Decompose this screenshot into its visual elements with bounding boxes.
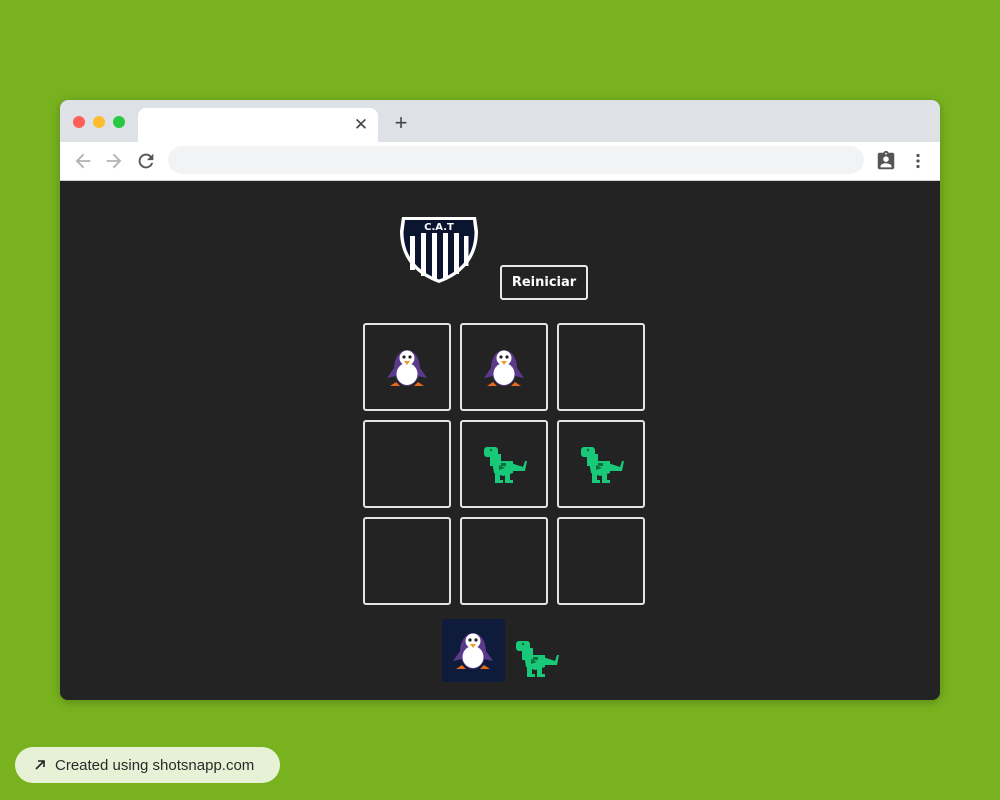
board-cell-7[interactable]	[363, 517, 451, 605]
browser-window: ✕ + C.A.T Reiniciar	[60, 100, 940, 700]
badge-text: Created using shotsnapp.com	[55, 756, 255, 774]
new-tab-icon[interactable]: +	[390, 112, 412, 134]
reset-button[interactable]: Reiniciar	[500, 265, 588, 300]
board-cell-4[interactable]	[363, 420, 451, 508]
club-crest-logo: C.A.T	[398, 211, 480, 287]
close-tab-icon[interactable]: ✕	[352, 116, 370, 134]
clipboard-account-icon[interactable]	[875, 150, 897, 172]
more-vert-icon[interactable]	[907, 150, 929, 172]
board-cell-8[interactable]	[460, 517, 548, 605]
board-cell-3[interactable]	[557, 323, 645, 411]
board-cell-2[interactable]	[460, 323, 548, 411]
back-arrow-icon[interactable]	[72, 150, 94, 172]
penguin-icon	[453, 633, 493, 669]
board-cell-5[interactable]	[460, 420, 548, 508]
reload-icon[interactable]	[135, 150, 157, 172]
shotsnapp-badge[interactable]: Created using shotsnapp.com	[15, 747, 280, 783]
dino-icon	[516, 641, 559, 677]
minimize-window-button[interactable]	[93, 116, 105, 128]
page-content: C.A.T Reiniciar	[60, 181, 940, 700]
forward-arrow-icon[interactable]	[103, 150, 125, 172]
turn-indicator-penguin	[442, 619, 505, 682]
active-tab[interactable]: ✕	[138, 108, 378, 142]
arrow-up-right-icon	[33, 758, 47, 772]
board-cell-6[interactable]	[557, 420, 645, 508]
dino-icon	[581, 447, 624, 483]
game-board	[363, 323, 647, 607]
browser-toolbar	[60, 142, 940, 181]
penguin-icon	[484, 350, 524, 386]
address-input[interactable]	[168, 146, 864, 174]
tab-bar: ✕ +	[60, 100, 940, 142]
board-cell-1[interactable]	[363, 323, 451, 411]
penguin-icon	[387, 350, 427, 386]
dino-icon	[484, 447, 527, 483]
board-cell-9[interactable]	[557, 517, 645, 605]
maximize-window-button[interactable]	[113, 116, 125, 128]
crest-text: C.A.T	[424, 222, 454, 233]
close-window-button[interactable]	[73, 116, 85, 128]
address-bar[interactable]	[168, 146, 864, 174]
